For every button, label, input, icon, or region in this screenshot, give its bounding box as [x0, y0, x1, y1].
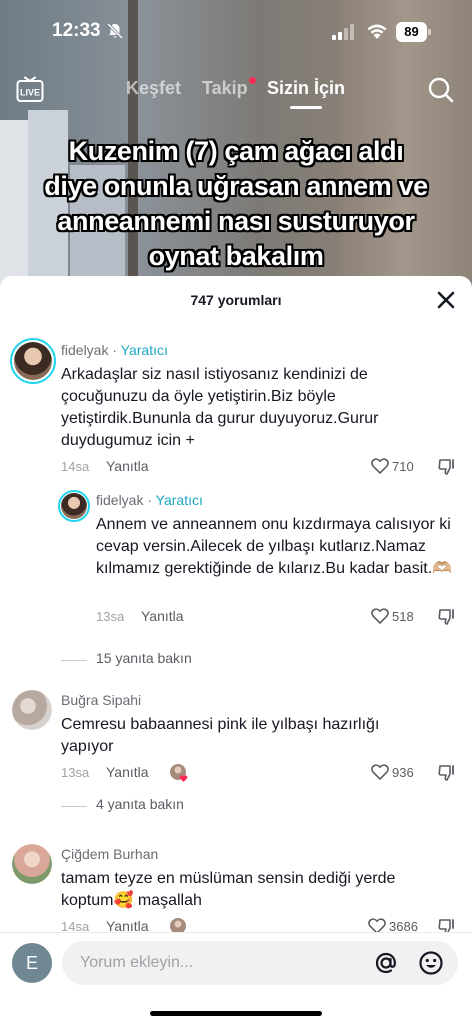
like-count: 710 — [392, 459, 414, 474]
status-time: 12:33 — [52, 20, 101, 41]
battery-level: 89 — [396, 22, 427, 42]
reply-button[interactable]: Yanıtla — [106, 458, 149, 474]
heart-icon[interactable] — [367, 916, 387, 932]
emoji-icon[interactable] — [418, 950, 444, 976]
cellular-signal-icon — [332, 24, 354, 40]
comments-sheet: 747 yorumları fidelyak · Yaratıcı Arkada… — [0, 276, 472, 1024]
like-count: 518 — [392, 609, 414, 624]
comment-author-row: fidelyak · Yaratıcı — [96, 492, 203, 508]
heart-icon[interactable] — [370, 606, 390, 626]
comment-meta: 13sa Yanıtla 518 — [96, 606, 461, 630]
comment-item: Buğra Sipahi Cemresu babaannesi pink ile… — [0, 684, 472, 824]
comment-input-bar: E — [0, 932, 472, 1024]
avatar-photo — [12, 844, 52, 884]
avatar-photo — [14, 342, 52, 380]
comment-timestamp: 13sa — [61, 765, 90, 780]
dislike-icon[interactable] — [437, 763, 457, 783]
mention-icon[interactable] — [373, 950, 399, 976]
creator-badge: Yaratıcı — [155, 492, 203, 508]
tab-discover[interactable]: Keşfet — [126, 78, 181, 99]
creator-liked-badge — [170, 764, 188, 782]
tab-following[interactable]: Takip — [202, 78, 248, 99]
battery-tip — [428, 29, 431, 35]
view-replies-button[interactable]: 4 yanıta bakın — [96, 796, 184, 812]
avatar-photo — [12, 690, 52, 730]
like-count: 3686 — [389, 919, 418, 932]
notification-dot — [249, 77, 256, 84]
user-avatar[interactable]: E — [12, 943, 52, 983]
comment-meta: 14sa Yanıtla 3686 — [61, 916, 461, 932]
comment-text: Cemresu babaannesi pink ile yılbaşı hazı… — [61, 716, 380, 755]
divider-line — [61, 806, 87, 807]
wifi-icon — [367, 24, 387, 39]
reply-button[interactable]: Yanıtla — [106, 918, 149, 932]
live-tv-icon[interactable]: LIVE — [16, 76, 44, 104]
separator-dot: · — [147, 492, 156, 508]
active-tab-indicator — [290, 106, 322, 109]
comment-timestamp: 14sa — [61, 919, 90, 932]
video-caption: Kuzenim (7) çam ağacı aldı diye onunla u… — [44, 136, 428, 271]
comment-timestamp: 14sa — [61, 459, 90, 474]
comment-meta: 14sa Yanıtla 710 — [61, 456, 461, 480]
svg-text:LIVE: LIVE — [20, 88, 40, 98]
search-icon[interactable] — [427, 76, 455, 104]
comments-list[interactable]: fidelyak · Yaratıcı Arkadaşlar siz nasıl… — [0, 322, 472, 932]
reply-item: fidelyak · Yaratıcı Annem ve anneannem o… — [0, 486, 472, 686]
battery-indicator: 89 — [396, 22, 432, 42]
comment-author-row: Çiğdem Burhan — [61, 846, 158, 862]
dislike-icon[interactable] — [437, 607, 457, 627]
heart-icon[interactable] — [370, 456, 390, 476]
close-icon[interactable] — [434, 288, 458, 312]
comment-text: tamam teyze en müslüman sensin dediği ye… — [61, 870, 396, 909]
comment-text: Arkadaşlar siz nasıl istiyosanız kendini… — [61, 366, 379, 449]
comment-author-row: fidelyak · Yaratıcı — [61, 342, 168, 358]
avatar[interactable] — [10, 338, 56, 384]
separator-dot: · — [112, 342, 121, 358]
avatar[interactable] — [58, 490, 90, 522]
top-nav: LIVE Keşfet Takip Sizin İçin — [0, 70, 472, 110]
comment-count: 747 yorumları — [190, 292, 282, 308]
dislike-icon[interactable] — [437, 457, 457, 477]
comment-author[interactable]: fidelyak — [96, 492, 143, 508]
dislike-icon[interactable] — [437, 917, 457, 932]
home-indicator — [150, 1011, 322, 1016]
bell-off-icon — [106, 22, 124, 40]
comment-text: Annem ve anneannem onu kızdırmaya calısı… — [96, 516, 453, 577]
comment-author[interactable]: Buğra Sipahi — [61, 692, 141, 708]
reply-button[interactable]: Yanıtla — [106, 764, 149, 780]
status-bar: 12:33 89 — [0, 0, 472, 64]
view-replies-button[interactable]: 15 yanıta bakın — [96, 650, 192, 666]
comment-author[interactable]: Çiğdem Burhan — [61, 846, 158, 862]
tab-for-you[interactable]: Sizin İçin — [267, 78, 345, 99]
heart-icon[interactable] — [370, 762, 390, 782]
comment-item: Çiğdem Burhan tamam teyze en müslüman se… — [0, 838, 472, 932]
comment-author[interactable]: fidelyak — [61, 342, 108, 358]
comment-author-row: Buğra Sipahi — [61, 692, 141, 708]
reply-button[interactable]: Yanıtla — [141, 608, 184, 624]
avatar[interactable] — [12, 844, 52, 884]
comment-item: fidelyak · Yaratıcı Arkadaşlar siz nasıl… — [0, 330, 472, 480]
creator-badge: Yaratıcı — [120, 342, 168, 358]
comment-meta: 13sa Yanıtla 936 — [61, 762, 461, 786]
like-count: 936 — [392, 765, 414, 780]
comment-timestamp: 13sa — [96, 609, 125, 624]
avatar[interactable] — [12, 690, 52, 730]
avatar-photo — [61, 493, 87, 519]
divider-line — [61, 660, 87, 661]
creator-liked-badge — [170, 918, 186, 932]
comments-header: 747 yorumları — [0, 276, 472, 322]
